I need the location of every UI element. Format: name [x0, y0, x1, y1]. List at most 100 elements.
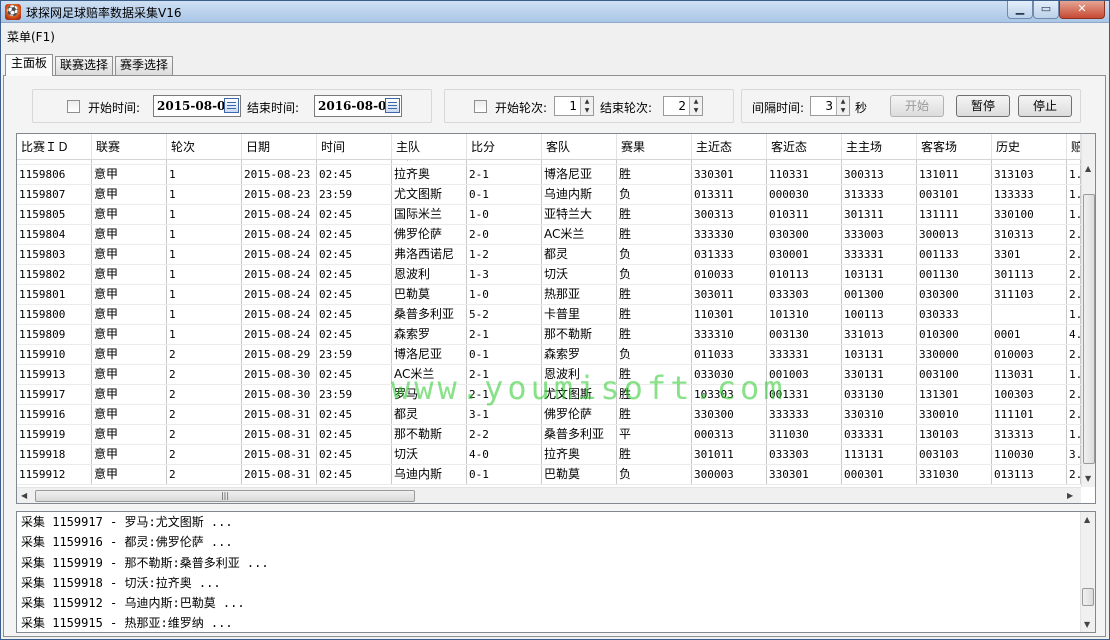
table-row[interactable]: 1159910 意甲 2 2015-08-29 23:59 博洛尼亚 0-1 森索罗负 0110… — [17, 345, 1081, 365]
calendar-icon[interactable] — [385, 98, 400, 113]
table-cell: 033303 — [767, 285, 842, 304]
start-time-checkbox[interactable] — [67, 100, 80, 113]
end-time-label: 结束时间: — [247, 101, 300, 115]
column-header[interactable]: 比分 — [467, 134, 542, 159]
log-output[interactable]: 采集 1159917 - 罗马:尤文图斯 ... 采集 1159916 - 都灵:… — [16, 511, 1096, 633]
table-cell: 02:45 — [317, 325, 392, 344]
column-header[interactable]: 主近态 — [692, 134, 767, 159]
column-header[interactable]: 历史 — [992, 134, 1067, 159]
table-cell: 011033 — [692, 345, 767, 364]
column-header[interactable]: 主主场 — [842, 134, 917, 159]
table-cell: 113131 — [842, 445, 917, 464]
table-cell: 013113 — [992, 465, 1067, 484]
grid-vertical-scrollbar[interactable]: ▲ ▼ — [1081, 134, 1095, 487]
table-cell: 森索罗 — [542, 345, 617, 364]
grid-vertical-scroll-thumb[interactable] — [1083, 194, 1095, 464]
table-cell: 意甲 — [92, 345, 167, 364]
table-row[interactable]: 1159804 意甲 1 2015-08-24 02:45 佛罗伦萨 2-0 AC米兰胜 333… — [17, 225, 1081, 245]
table-cell: 02:45 — [317, 425, 392, 444]
column-header[interactable]: 客客场 — [917, 134, 992, 159]
column-header[interactable]: 轮次 — [167, 134, 242, 159]
table-row[interactable]: 1159801 意甲 1 2015-08-24 02:45 巴勒莫 1-0 热那亚胜 30301… — [17, 285, 1081, 305]
tab-main-panel[interactable]: 主面板 — [5, 54, 53, 76]
table-cell: 130103 — [917, 425, 992, 444]
spin-arrows-icon[interactable]: ▲ ▼ — [689, 97, 702, 115]
stop-button[interactable]: 停止 — [1018, 95, 1072, 117]
spin-arrows-icon[interactable]: ▲ ▼ — [836, 97, 849, 115]
table-row[interactable]: 1159807 意甲 1 2015-08-23 23:59 尤文图斯 0-1 乌迪内斯负 013… — [17, 185, 1081, 205]
table-row[interactable]: 1159918 意甲 2 2015-08-31 02:45 切沃 4-0 拉齐奥胜 301011… — [17, 445, 1081, 465]
table-row[interactable]: 1159805 意甲 1 2015-08-24 02:45 国际米兰 1-0 亚特兰大胜 300… — [17, 205, 1081, 225]
table-cell: 1159912 — [17, 465, 92, 484]
column-header[interactable]: 赔 — [1067, 134, 1081, 159]
column-header[interactable]: 客队 — [542, 134, 617, 159]
log-lines: 采集 1159917 - 罗马:尤文图斯 ... 采集 1159916 - 都灵:… — [17, 512, 1095, 632]
column-header[interactable]: 日期 — [242, 134, 317, 159]
table-row[interactable]: 1159916 意甲 2 2015-08-31 02:45 都灵 3-1 佛罗伦萨胜 33030… — [17, 405, 1081, 425]
log-vertical-scrollbar[interactable]: ▲ ▼ — [1080, 512, 1095, 632]
table-row[interactable]: 1159800 意甲 1 2015-08-24 02:45 桑普多利亚 5-2 卡普里胜 110… — [17, 305, 1081, 325]
menu-item-main[interactable]: 菜单(F1) — [7, 28, 55, 45]
interval-spinner[interactable]: 3 ▲ ▼ — [810, 96, 850, 116]
grid-horizontal-scroll-thumb[interactable]: ||| — [35, 490, 415, 502]
start-round-checkbox[interactable] — [474, 100, 487, 113]
start-date-picker[interactable]: 2015-08-01 — [153, 95, 241, 117]
close-icon[interactable]: ✕ — [1059, 1, 1105, 19]
table-cell: 0001 — [992, 325, 1067, 344]
table-cell: 333333 — [767, 405, 842, 424]
title-bar[interactable]: ⚽ 球探网足球赔率数据采集V16 ▁ ▭ ✕ — [1, 1, 1109, 23]
log-scroll-thumb[interactable] — [1082, 588, 1094, 606]
column-header[interactable]: 比赛ＩＤ — [17, 134, 92, 159]
column-header[interactable]: 客近态 — [767, 134, 842, 159]
table-row[interactable]: 1159809 意甲 1 2015-08-24 02:45 森索罗 2-1 那不勒斯胜 3333… — [17, 325, 1081, 345]
table-cell: 02:45 — [317, 405, 392, 424]
table-cell: 333331 — [842, 245, 917, 264]
table-cell: 2. — [1067, 385, 1081, 404]
table-row[interactable]: 1159806 意甲 1 2015-08-23 02:45 拉齐奥 2-1 博洛尼亚胜 3303… — [17, 165, 1081, 185]
table-cell: 1-0 — [467, 205, 542, 224]
table-row[interactable]: 1159917 意甲 2 2015-08-30 23:59 罗马 2-1 尤文图斯胜 10330… — [17, 385, 1081, 405]
table-cell: 2015-08-23 — [242, 165, 317, 184]
table-cell: 2015-08-24 — [242, 265, 317, 284]
column-header[interactable]: 联赛 — [92, 134, 167, 159]
table-row[interactable]: 1159919 意甲 2 2015-08-31 02:45 那不勒斯 2-2 桑普多利亚平 00… — [17, 425, 1081, 445]
table-row[interactable]: 1159803 意甲 1 2015-08-24 02:45 弗洛西诺尼 1-2 都灵负 0313… — [17, 245, 1081, 265]
pause-button[interactable]: 暂停 — [956, 95, 1010, 117]
tab-season-select[interactable]: 赛季选择 — [115, 56, 173, 75]
table-row[interactable]: 1159912 意甲 2 2015-08-31 02:45 乌迪内斯 0-1 巴勒莫负 3000… — [17, 465, 1081, 485]
table-row[interactable]: 1159913 意甲 2 2015-08-30 02:45 AC米兰 2-1 恩波利胜 0330… — [17, 365, 1081, 385]
end-date-picker[interactable]: 2016-08-05 — [314, 95, 402, 117]
table-cell: 303011 — [692, 285, 767, 304]
column-header[interactable]: 主队 — [392, 134, 467, 159]
start-button[interactable]: 开始 — [890, 95, 944, 117]
table-cell: 100113 — [842, 305, 917, 324]
table-cell: 1159804 — [17, 225, 92, 244]
scroll-down-icon[interactable]: ▼ — [1085, 474, 1091, 483]
table-cell: 2 — [167, 445, 242, 464]
scroll-up-icon[interactable]: ▲ — [1084, 515, 1090, 524]
table-cell: 2-1 — [467, 325, 542, 344]
match-data-grid[interactable]: 比赛ＩＤ联赛轮次日期时间主队比分客队赛果主近态客近态主主场客客场历史赔 主队 1… — [16, 133, 1096, 504]
column-header[interactable]: 赛果 — [617, 134, 692, 159]
scroll-down-icon[interactable]: ▼ — [1084, 620, 1090, 629]
minimize-icon[interactable]: ▁ — [1007, 1, 1033, 19]
table-cell: 131011 — [917, 165, 992, 184]
tab-league-select[interactable]: 联赛选择 — [55, 56, 113, 75]
scroll-right-icon[interactable]: ▶ — [1067, 491, 1073, 500]
table-cell: 010311 — [767, 205, 842, 224]
table-cell: 意甲 — [92, 265, 167, 284]
table-cell: 2 — [167, 425, 242, 444]
maximize-icon[interactable]: ▭ — [1033, 1, 1059, 19]
scroll-left-icon[interactable]: ◀ — [21, 491, 27, 500]
start-round-spinner[interactable]: 1 ▲ ▼ — [554, 96, 594, 116]
table-cell: 001130 — [917, 265, 992, 284]
start-date-value: 2015-08-01 — [157, 99, 234, 113]
table-cell: 1 — [167, 185, 242, 204]
table-row[interactable]: 1159802 意甲 1 2015-08-24 02:45 恩波利 1-3 切沃负 010033… — [17, 265, 1081, 285]
column-header[interactable]: 时间 — [317, 134, 392, 159]
end-round-spinner[interactable]: 2 ▲ ▼ — [663, 96, 703, 116]
calendar-icon[interactable] — [224, 98, 239, 113]
grid-horizontal-scrollbar[interactable]: ◀ ||| ▶ — [17, 487, 1081, 503]
spin-arrows-icon[interactable]: ▲ ▼ — [580, 97, 593, 115]
scroll-up-icon[interactable]: ▲ — [1085, 164, 1091, 173]
